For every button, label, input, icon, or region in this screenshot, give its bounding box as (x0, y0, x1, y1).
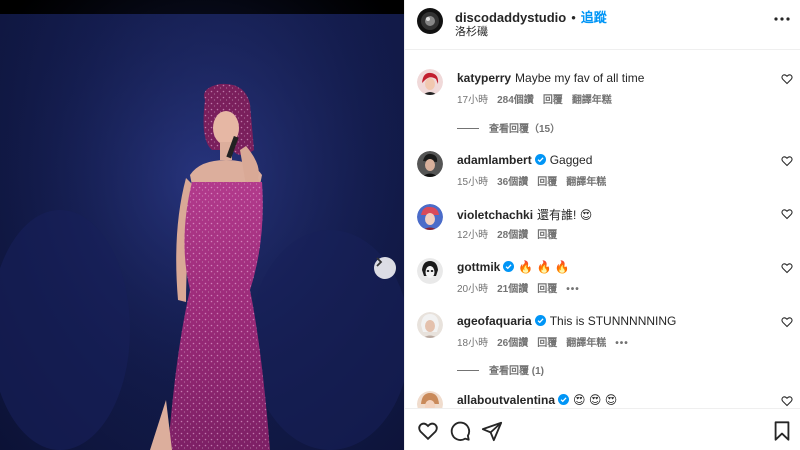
post-side-panel: discodaddystudio • 追蹤 洛杉磯 katyperry Maybe m… (404, 0, 800, 450)
view-replies-label: 查看回覆 (1) (489, 366, 544, 377)
comment-avatar[interactable] (417, 69, 443, 95)
comment-options-button[interactable]: ••• (566, 284, 580, 295)
reply-button[interactable]: 回覆 (537, 284, 557, 295)
comment-text-line: katyperry Maybe my fav of all time (457, 71, 644, 85)
comment-likes[interactable]: 284個讚 (497, 95, 534, 106)
view-replies-button[interactable]: 查看回覆（15） (457, 120, 560, 135)
comment-likes[interactable]: 36個讚 (497, 177, 528, 188)
comment-text: Maybe my fav of all time (515, 71, 645, 85)
reply-button[interactable]: 回覆 (543, 95, 563, 106)
more-horizontal-icon[interactable] (773, 10, 791, 28)
comment-meta: 17小時 284個讚 回覆 翻譯年糕 (457, 91, 621, 106)
comment-time[interactable]: 20小時 (457, 284, 488, 295)
verified-badge-icon (534, 315, 546, 326)
separator-dot: • (571, 10, 576, 25)
comment-time[interactable]: 17小時 (457, 95, 488, 106)
comment-meta: 12小時 28個讚 回覆 (457, 226, 566, 241)
translate-button[interactable]: 翻譯年糕 (566, 177, 606, 188)
reply-button[interactable]: 回覆 (537, 230, 557, 241)
reply-button[interactable]: 回覆 (537, 177, 557, 188)
heart-icon[interactable] (781, 73, 793, 85)
comment-meta: 15小時 36個讚 回覆 翻譯年糕 (457, 173, 615, 188)
comment-username[interactable]: allaboutvalentina (457, 393, 555, 407)
comment-likes[interactable]: 26個讚 (497, 338, 528, 349)
translate-button[interactable]: 翻譯年糕 (566, 338, 606, 349)
comment-meta: 20小時 21個讚 回覆 ••• (457, 280, 589, 295)
translate-button[interactable]: 翻譯年糕 (572, 95, 612, 106)
replies-rule (457, 128, 479, 129)
share-icon[interactable] (481, 420, 503, 442)
heart-icon[interactable] (417, 420, 439, 442)
heart-icon[interactable] (781, 155, 793, 167)
comment-username[interactable]: katyperry (457, 71, 511, 85)
post-image[interactable] (0, 0, 404, 450)
performer-photo (0, 0, 404, 450)
comment-text-line: violetchachki 還有誰! 😍 (457, 206, 592, 223)
comment-time[interactable]: 15小時 (457, 177, 488, 188)
heart-icon[interactable] (781, 316, 793, 328)
comment-text-line: gottmik 🔥 🔥 🔥 (457, 260, 570, 274)
comment-text: This is STUNNNNNING (549, 314, 677, 328)
verified-badge-icon (534, 154, 546, 165)
heart-icon[interactable] (781, 208, 793, 220)
comment-time[interactable]: 12小時 (457, 230, 488, 241)
comment-username[interactable]: gottmik (457, 260, 500, 274)
heart-icon[interactable] (781, 395, 793, 407)
comment-text-line: ageofaquaria This is STUNNNNNING (457, 314, 676, 328)
comment-username[interactable]: adamlambert (457, 153, 532, 167)
comment-time[interactable]: 18小時 (457, 338, 488, 349)
replies-rule (457, 370, 479, 371)
comment-username[interactable]: ageofaquaria (457, 314, 532, 328)
chevron-right-icon (376, 257, 383, 267)
comment-text: 🔥 🔥 🔥 (518, 260, 570, 274)
next-image-button[interactable] (374, 257, 396, 279)
comment-meta: 18小時 26個讚 回覆 翻譯年糕 ••• (457, 334, 638, 349)
comment-avatar[interactable] (417, 204, 443, 230)
comment-avatar[interactable] (417, 151, 443, 177)
comment-icon[interactable] (449, 420, 471, 442)
comment-likes[interactable]: 28個讚 (497, 230, 528, 241)
comment-text: 😍 😍 😍 (573, 393, 618, 407)
view-replies-label: 查看回覆（15） (489, 124, 561, 135)
bookmark-icon[interactable] (771, 420, 793, 442)
view-replies-button[interactable]: 查看回覆 (1) (457, 362, 544, 377)
post-location[interactable]: 洛杉磯 (455, 23, 488, 39)
verified-badge-icon (503, 261, 515, 272)
comment-avatar[interactable] (417, 391, 443, 408)
comments-list[interactable]: katyperry Maybe my fav of all time 17小時 28… (405, 51, 800, 408)
comment-text: 還有誰! 😍 (537, 208, 593, 222)
comment-text-line: allaboutvalentina 😍 😍 😍 (457, 393, 617, 407)
comment-likes[interactable]: 21個讚 (497, 284, 528, 295)
heart-icon[interactable] (781, 262, 793, 274)
comment-username[interactable]: violetchachki (457, 208, 533, 222)
comment-text-line: adamlambert Gagged (457, 153, 592, 167)
comment-avatar[interactable] (417, 312, 443, 338)
profile-avatar[interactable] (417, 8, 443, 34)
comment-text: Gagged (549, 153, 593, 167)
follow-button[interactable]: 追蹤 (581, 10, 607, 25)
verified-badge-icon (558, 394, 570, 405)
reply-button[interactable]: 回覆 (537, 338, 557, 349)
comment-avatar[interactable] (417, 258, 443, 284)
post-action-bar (405, 408, 800, 450)
comment-options-button[interactable]: ••• (615, 338, 629, 349)
post-header: discodaddystudio • 追蹤 洛杉磯 (405, 0, 800, 50)
